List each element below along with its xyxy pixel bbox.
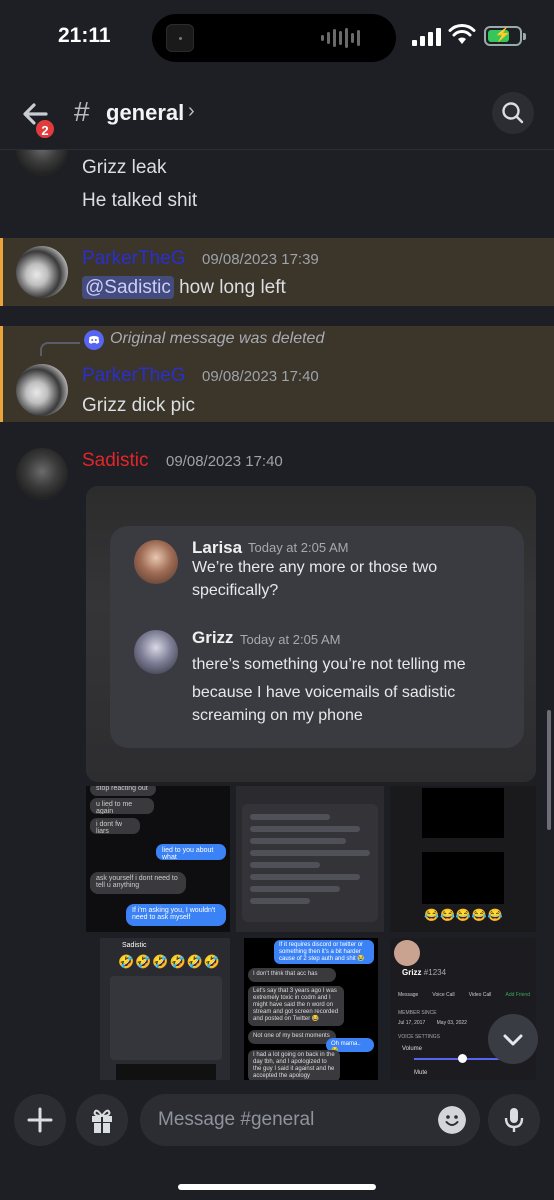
member-date: Jul 17, 2017 xyxy=(398,1020,426,1026)
username[interactable]: ParkerTheG xyxy=(82,365,185,387)
screenshot-timestamp: Today at 2:05 AM xyxy=(248,540,349,555)
voice-message-button[interactable] xyxy=(488,1094,540,1146)
chat-bubble: stop reacting out xyxy=(90,786,156,796)
screenshot-text: We’re there any more or those two xyxy=(192,559,438,576)
member-since: MEMBER SINCE xyxy=(398,1010,437,1016)
avatar[interactable] xyxy=(16,246,68,298)
message-body: how long left xyxy=(173,277,286,298)
audio-wave-icon xyxy=(321,28,360,48)
search-icon xyxy=(502,102,524,124)
volume-label: Volume xyxy=(402,1046,423,1052)
mute-label: Mute xyxy=(414,1070,428,1076)
profile-name: Grizz xyxy=(402,968,422,977)
username[interactable]: Sadistic xyxy=(82,450,149,472)
dynamic-island xyxy=(152,14,396,62)
timestamp: 09/08/2023 17:40 xyxy=(166,453,283,470)
chat-bubble: I had a lot going on back in the day tbh… xyxy=(248,1050,340,1080)
member-date: May 03, 2022 xyxy=(436,1020,467,1026)
image-tile[interactable] xyxy=(236,786,384,932)
channel-name[interactable]: general xyxy=(106,100,184,126)
chat-bubble: u lied to me again xyxy=(90,798,154,814)
chat-bubble: I don't think that acc has xyxy=(248,968,336,982)
message-list[interactable]: Grizz leak He talked shit ParkerTheG 09/… xyxy=(0,150,554,1080)
avatar[interactable] xyxy=(16,150,68,176)
chevron-down-icon xyxy=(503,1034,523,1046)
voice-settings: VOICE SETTINGS xyxy=(398,1034,440,1040)
profile-action-message: Message xyxy=(398,992,419,998)
screenshot-username: Grizz xyxy=(192,628,234,647)
message-composer: Message #general xyxy=(0,1082,554,1200)
emoji-row: 🤣🤣🤣🤣🤣🤣 xyxy=(118,954,222,969)
profile-action-video: Video Call xyxy=(468,992,492,998)
attach-button[interactable] xyxy=(14,1094,66,1146)
scrollbar[interactable] xyxy=(547,710,551,830)
profile-actions: Message Voice Call Video Call Add Friend xyxy=(398,992,530,998)
image-grid: stop reacting out u lied to me again i d… xyxy=(86,786,536,1080)
profile-tag: #1234 xyxy=(423,968,447,977)
profile-action-voice: Voice Call xyxy=(432,992,455,998)
jump-to-bottom-button[interactable] xyxy=(488,1014,538,1064)
image-tile[interactable]: If it requires discord or twitter or som… xyxy=(244,938,378,1080)
timestamp: 09/08/2023 17:40 xyxy=(202,368,319,385)
grizz-avatar xyxy=(134,630,178,674)
screenshot-timestamp: Today at 2:05 AM xyxy=(240,632,341,647)
microphone-icon xyxy=(504,1108,524,1132)
discord-logo-icon xyxy=(84,330,104,350)
chat-bubble: If i'm asking you, I wouldn't need to as… xyxy=(126,904,226,926)
avatar[interactable] xyxy=(16,448,68,500)
screenshot-card: Larisa Today at 2:05 AM We’re there any … xyxy=(110,526,524,748)
status-bar: 21:11 ⚡ xyxy=(0,0,554,76)
screenshot-text: screaming on my phone xyxy=(192,707,363,724)
chat-bubble: If it requires discord or twitter or som… xyxy=(274,940,374,964)
message-text: @Sadistic how long left xyxy=(82,276,286,299)
image-attachment[interactable]: Larisa Today at 2:05 AM We’re there any … xyxy=(86,486,536,782)
chevron-right-icon[interactable]: › xyxy=(188,100,195,123)
tile-title: Sadistic xyxy=(122,942,147,949)
unread-badge: 2 xyxy=(34,118,56,140)
user-mention[interactable]: @Sadistic xyxy=(82,276,174,299)
emoji-icon[interactable] xyxy=(438,1106,466,1134)
avatar[interactable] xyxy=(16,364,68,416)
plus-icon xyxy=(27,1107,53,1133)
battery-icon: ⚡ xyxy=(484,26,526,46)
island-app-icon xyxy=(166,24,194,52)
message-input[interactable]: Message #general xyxy=(140,1094,480,1146)
reply-preview[interactable]: Original message was deleted xyxy=(110,330,324,348)
image-tile[interactable]: 😂😂😂😂😂 xyxy=(390,786,536,932)
channel-header: # general › xyxy=(0,76,554,150)
message-text: Grizz dick pic xyxy=(82,395,195,416)
cellular-signal-icon xyxy=(412,28,441,46)
message-text: He talked shit xyxy=(82,190,198,211)
screenshot-username: Larisa xyxy=(192,538,243,557)
chat-bubble: Not one of my best moments xyxy=(248,1030,336,1044)
channel-hash-icon: # xyxy=(74,96,90,127)
screenshot-text: because I have voicemails of sadistic xyxy=(192,684,456,701)
gift-button[interactable] xyxy=(76,1094,128,1146)
username[interactable]: ParkerTheG xyxy=(82,248,185,270)
message-text: Grizz leak xyxy=(82,157,167,178)
emoji-row: 😂😂😂😂😂 xyxy=(424,908,504,922)
chat-bubble: Let's say that 3 years ago I was extreme… xyxy=(248,986,344,1026)
status-time: 21:11 xyxy=(58,24,111,47)
gift-icon xyxy=(92,1109,112,1133)
chat-bubble: ask yourself i dont need to tell u anyth… xyxy=(90,872,186,894)
image-tile[interactable]: stop reacting out u lied to me again i d… xyxy=(86,786,230,932)
highlight-bar xyxy=(0,238,3,306)
screenshot-text: there’s something you’re not telling me xyxy=(192,656,466,673)
timestamp: 09/08/2023 17:39 xyxy=(202,251,319,268)
profile-action-add: Add Friend xyxy=(505,992,530,998)
wifi-icon xyxy=(448,24,476,44)
search-button[interactable] xyxy=(492,92,534,134)
reply-connector xyxy=(40,342,80,356)
message-input-placeholder: Message #general xyxy=(158,1109,315,1130)
home-indicator xyxy=(178,1184,376,1190)
image-tile[interactable]: Sadistic 🤣🤣🤣🤣🤣🤣 xyxy=(100,938,230,1080)
screenshot-text: specifically? xyxy=(192,582,279,599)
highlight-bar xyxy=(0,326,3,422)
larisa-avatar xyxy=(134,540,178,584)
chat-bubble: lied to you about what xyxy=(156,844,226,860)
chat-bubble: i dont fw liars xyxy=(90,818,140,834)
